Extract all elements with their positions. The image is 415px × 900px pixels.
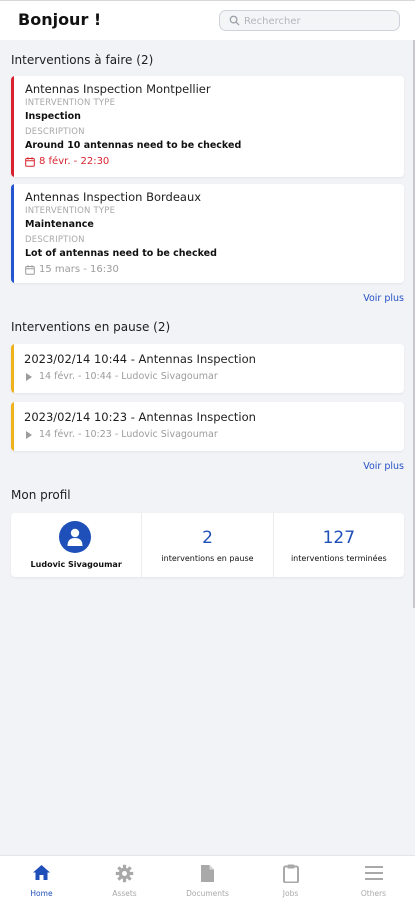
- type-value: Maintenance: [25, 219, 94, 230]
- description-label: DESCRIPTION: [25, 235, 85, 245]
- paused-card-subtitle: 14 févr. - 10:23 - Ludovic Sivagoumar: [39, 429, 218, 440]
- paused-section-title: Interventions en pause (2): [11, 320, 171, 334]
- tab-assets[interactable]: Assets: [83, 856, 166, 900]
- paused-card[interactable]: 2023/02/14 10:44 - Antennas Inspection 1…: [11, 344, 404, 393]
- play-icon: [26, 373, 32, 381]
- gear-icon: [115, 864, 134, 883]
- description-label: DESCRIPTION: [25, 127, 85, 137]
- type-value: Inspection: [25, 111, 81, 122]
- home-icon: [33, 865, 50, 880]
- todo-card-accent: [11, 76, 14, 177]
- paused-card-accent: [11, 344, 14, 393]
- todo-card[interactable]: Antennas Inspection Bordeaux INTERVENTIO…: [11, 184, 404, 283]
- tab-label: Documents: [186, 889, 229, 898]
- paused-card[interactable]: 2023/02/14 10:23 - Antennas Inspection 1…: [11, 402, 404, 451]
- done-count-label: interventions terminées: [290, 554, 387, 563]
- tab-home[interactable]: Home: [0, 856, 83, 900]
- paused-see-more-link[interactable]: Voir plus: [363, 461, 404, 472]
- tab-others[interactable]: Others: [332, 856, 415, 900]
- paused-card-subtitle: 14 févr. - 10:44 - Ludovic Sivagoumar: [39, 371, 218, 382]
- user-icon: [67, 528, 83, 546]
- tab-label: Assets: [112, 889, 137, 898]
- document-icon: [201, 865, 214, 882]
- profile-summary: Ludovic Sivagoumar 2 interventions en pa…: [11, 513, 404, 577]
- tab-label: Home: [30, 889, 53, 898]
- description-value: Around 10 antennas need to be checked: [25, 140, 242, 151]
- todo-see-more-link[interactable]: Voir plus: [363, 293, 404, 304]
- done-count-cell[interactable]: 127 interventions terminées: [274, 513, 404, 577]
- tab-jobs[interactable]: Jobs: [249, 856, 332, 900]
- bottom-tab-bar: Home Assets Documents Jobs Others: [0, 855, 415, 900]
- search-box[interactable]: [219, 10, 400, 31]
- top-bar: Bonjour !: [0, 0, 415, 40]
- calendar-icon: [25, 265, 35, 275]
- menu-icon: [365, 866, 383, 880]
- paused-card-title: 2023/02/14 10:23 - Antennas Inspection: [24, 410, 256, 424]
- due-date-text: 8 févr. - 22:30: [39, 156, 110, 167]
- type-label: INTERVENTION TYPE: [25, 206, 116, 216]
- play-icon: [26, 431, 32, 439]
- search-icon: [229, 15, 240, 26]
- search-input[interactable]: [244, 13, 394, 29]
- todo-card-title: Antennas Inspection Montpellier: [25, 82, 211, 96]
- profile-section-title: Mon profil: [11, 488, 71, 502]
- paused-card-title: 2023/02/14 10:44 - Antennas Inspection: [24, 352, 256, 366]
- paused-card-accent: [11, 402, 14, 451]
- paused-count: 2: [202, 528, 213, 548]
- todo-section-title: Interventions à faire (2): [11, 53, 154, 67]
- due-date-text: 15 mars - 16:30: [39, 264, 119, 275]
- tab-documents[interactable]: Documents: [166, 856, 249, 900]
- todo-card-accent: [11, 184, 14, 283]
- tab-label: Jobs: [282, 889, 299, 898]
- paused-count-cell[interactable]: 2 interventions en pause: [142, 513, 274, 577]
- todo-card[interactable]: Antennas Inspection Montpellier INTERVEN…: [11, 76, 404, 177]
- paused-count-label: interventions en pause: [161, 554, 254, 563]
- description-value: Lot of antennas need to be checked: [25, 248, 217, 259]
- calendar-icon: [25, 157, 35, 167]
- clipboard-icon: [283, 864, 299, 883]
- avatar: [59, 521, 91, 553]
- profile-user-cell[interactable]: Ludovic Sivagoumar: [11, 513, 143, 577]
- type-label: INTERVENTION TYPE: [25, 98, 116, 108]
- tab-label: Others: [360, 889, 387, 898]
- done-count: 127: [322, 528, 356, 548]
- profile-username: Ludovic Sivagoumar: [30, 560, 122, 569]
- greeting-title: Bonjour !: [18, 10, 102, 29]
- todo-card-title: Antennas Inspection Bordeaux: [25, 190, 202, 204]
